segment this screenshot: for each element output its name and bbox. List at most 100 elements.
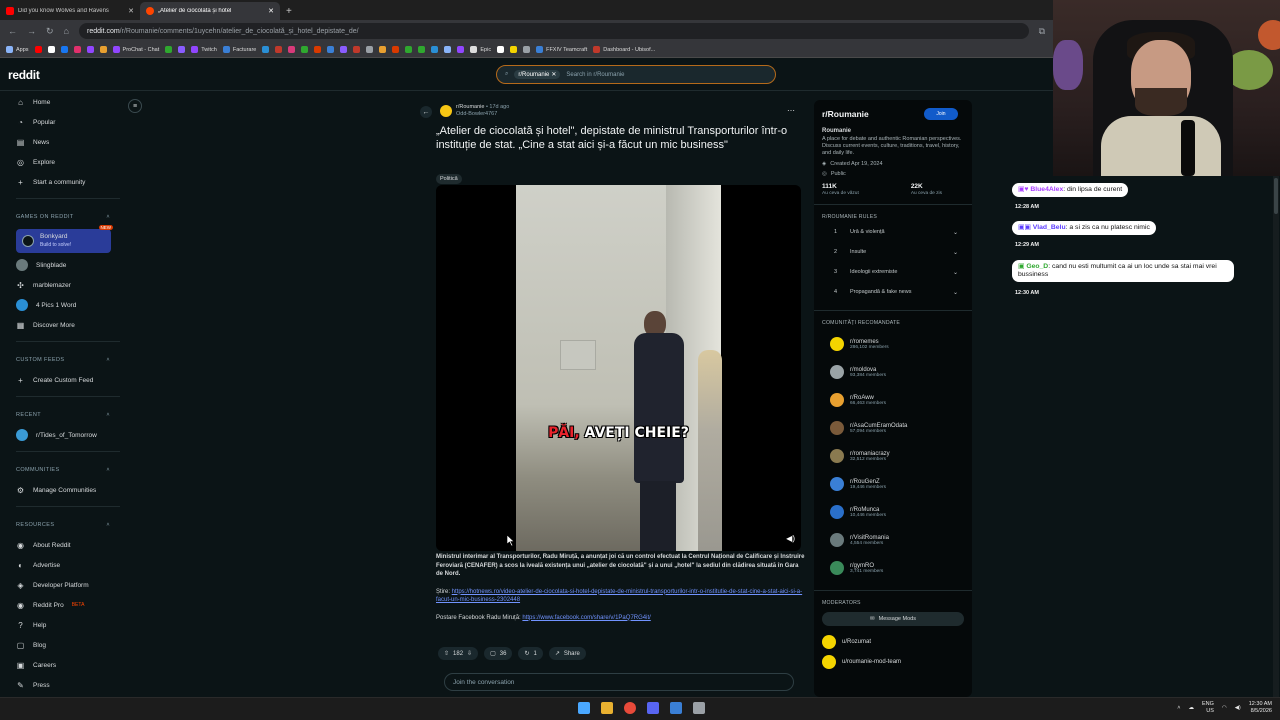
nav-home[interactable]: ⌂ Home [16, 92, 124, 112]
bookmark-icon[interactable] [353, 46, 361, 53]
chevron-up-icon[interactable]: ˄ [1177, 705, 1180, 711]
nav-explore[interactable]: ◎ Explore [16, 152, 124, 172]
bookmark-icon[interactable] [497, 46, 505, 53]
search-subreddit-chip[interactable]: r/Roumanie ✕ [514, 70, 561, 79]
speaker-icon[interactable]: ◀) [1235, 705, 1241, 711]
recent-tides-of-tomorrow[interactable]: r/Tides_of_Tomorrow [16, 425, 124, 445]
section-custom-feeds[interactable]: CUSTOM FEEDS ˄ [16, 350, 124, 370]
recommended-community[interactable]: r/gymRO 3,741 members [822, 554, 964, 582]
windows-start-icon[interactable] [578, 702, 590, 714]
bookmark-icon[interactable] [301, 46, 309, 53]
back-icon[interactable]: ← [8, 26, 17, 36]
obs-icon[interactable] [670, 702, 682, 714]
game-4-pics-1-word[interactable]: 4 Pics 1 Word [16, 295, 124, 315]
community-name[interactable]: r/Roumanie [822, 109, 869, 119]
resource-advertise[interactable]: ◐ Advertise [16, 555, 124, 575]
recommended-community[interactable]: r/RoMunca 10,446 members [822, 498, 964, 526]
discord-icon[interactable] [647, 702, 659, 714]
bookmark-icon[interactable] [523, 46, 531, 53]
resource-reddit-pro[interactable]: ◉ Reddit Pro BETA [16, 595, 124, 615]
post-flair[interactable]: Politică [436, 174, 462, 184]
comments-button[interactable]: ▢ 36 [484, 647, 513, 660]
moderator-item[interactable]: u/roumanie-mod-team [822, 652, 964, 672]
recommended-community[interactable]: r/RouGenZ 19,446 members [822, 470, 964, 498]
rule-item[interactable]: 2 Insulte ⌄ [822, 242, 964, 262]
nav-popular[interactable]: ◔ Popular [16, 112, 124, 132]
video-player[interactable]: PĂI, AVEȚI CHEIE? ◀) [436, 185, 801, 551]
cloud-icon[interactable]: ☁ [1188, 705, 1194, 711]
bookmark-prochat[interactable]: ProChat - Chat [112, 46, 159, 53]
reddit-logo[interactable]: reddit [8, 68, 40, 82]
bookmark-icon[interactable] [379, 46, 387, 53]
resource-careers[interactable]: ▣ Careers [16, 655, 124, 675]
collapse-sidebar-button[interactable]: ≡ [128, 99, 142, 113]
bookmark-icon[interactable] [444, 46, 452, 53]
search-input[interactable]: ⌕ r/Roumanie ✕ Search in r/Roumanie [496, 65, 776, 84]
bookmark-icon[interactable] [510, 46, 518, 53]
bookmark-icon[interactable] [392, 46, 400, 53]
twitch-small-icon[interactable] [86, 46, 94, 53]
post-author[interactable]: Odd-Bowler4767 [456, 111, 497, 117]
nav-news[interactable]: ▤ News [16, 132, 124, 152]
bookmark-icon[interactable] [457, 46, 465, 53]
bookmark-icon[interactable] [431, 46, 439, 53]
reload-icon[interactable]: ↻ [46, 26, 54, 37]
bookmark-apps[interactable]: Apps [6, 46, 29, 53]
bookmark-icon[interactable] [418, 46, 426, 53]
chat-scrollbar[interactable] [1273, 176, 1279, 697]
rule-item[interactable]: 1 Ură & violență ⌄ [822, 222, 964, 242]
extensions-icon[interactable]: ⧉ [1039, 26, 1045, 37]
message-mods-button[interactable]: ✉ Message Mods [822, 612, 964, 626]
tab-youtube[interactable]: Did you know Wolves and Ravens ✕ [0, 2, 140, 20]
section-recent[interactable]: RECENT ˄ [16, 405, 124, 425]
resource-blog[interactable]: ▢ Blog [16, 635, 124, 655]
bookmark-icon[interactable] [262, 46, 270, 53]
recommended-community[interactable]: r/VisitRomania 4,554 members [822, 526, 964, 554]
discover-more[interactable]: ▦ Discover More [16, 315, 124, 335]
back-button[interactable]: ← [420, 106, 432, 118]
manage-communities[interactable]: ⚙ Manage Communities [16, 480, 124, 500]
subreddit-avatar[interactable] [440, 105, 452, 117]
post-subreddit[interactable]: r/Roumanie [456, 104, 484, 110]
bookmark-icon[interactable] [340, 46, 348, 53]
rule-item[interactable]: 4 Propagandă & fake news ⌄ [822, 282, 964, 302]
more-options-icon[interactable]: ⋯ [787, 106, 795, 115]
nav-start-community[interactable]: + Start a community [16, 172, 124, 192]
clock[interactable]: 12:30 AM 8/5/2026 [1249, 701, 1272, 715]
game-marblemazer[interactable]: ✣ marblemazer [16, 275, 124, 295]
section-communities[interactable]: COMMUNITIES ˄ [16, 460, 124, 480]
forward-icon[interactable]: → [27, 26, 36, 36]
resource-about[interactable]: ◉ About Reddit [16, 535, 124, 555]
crosspost-button[interactable]: ↻ 1 [518, 647, 543, 660]
section-games[interactable]: GAMES ON REDDIT ˄ [16, 207, 124, 227]
bookmark-twitch[interactable]: Twitch [191, 46, 217, 53]
bookmark-icon[interactable] [275, 46, 283, 53]
source-link[interactable]: https://hotnews.ro/video-atelier-de-cioc… [436, 589, 802, 604]
new-tab-button[interactable]: + [280, 6, 298, 20]
comment-input[interactable]: Join the conversation [444, 673, 794, 691]
file-explorer-icon[interactable] [601, 702, 613, 714]
tab-reddit[interactable]: „Atelier de ciocolată și hotel ✕ [140, 2, 280, 20]
wifi-icon[interactable]: ◠ [1222, 705, 1227, 711]
bookmark-icon[interactable] [178, 46, 186, 53]
section-resources[interactable]: RESOURCES ˄ [16, 515, 124, 535]
bookmark-facturare[interactable]: Facturare [222, 46, 256, 53]
home-icon[interactable]: ⌂ [64, 26, 69, 36]
bookmark-icon[interactable] [99, 46, 107, 53]
close-tab-icon[interactable]: ✕ [128, 7, 134, 15]
recommended-community[interactable]: r/moldova 93,384 members [822, 358, 964, 386]
url-field[interactable]: reddit.com/r/Roumanie/comments/1uycehn/a… [78, 23, 1029, 39]
close-chip-icon[interactable]: ✕ [551, 71, 556, 78]
bookmark-icon[interactable] [165, 46, 173, 53]
rule-item[interactable]: 3 Ideologii extremiste ⌄ [822, 262, 964, 282]
game-slingblade[interactable]: Slingblade [16, 255, 124, 275]
share-button[interactable]: ↗ Share [548, 647, 586, 660]
language-indicator[interactable]: ENG US [1202, 701, 1214, 715]
youtube-icon[interactable] [34, 46, 42, 53]
close-tab-icon[interactable]: ✕ [268, 7, 274, 15]
facebook-icon[interactable] [60, 46, 68, 53]
resource-help[interactable]: ? Help [16, 615, 124, 635]
bookmark-icon[interactable] [314, 46, 322, 53]
resource-developer-platform[interactable]: ◈ Developer Platform [16, 575, 124, 595]
game-bonkyard[interactable]: Bonkyard Build to solve! NEW [16, 225, 113, 253]
